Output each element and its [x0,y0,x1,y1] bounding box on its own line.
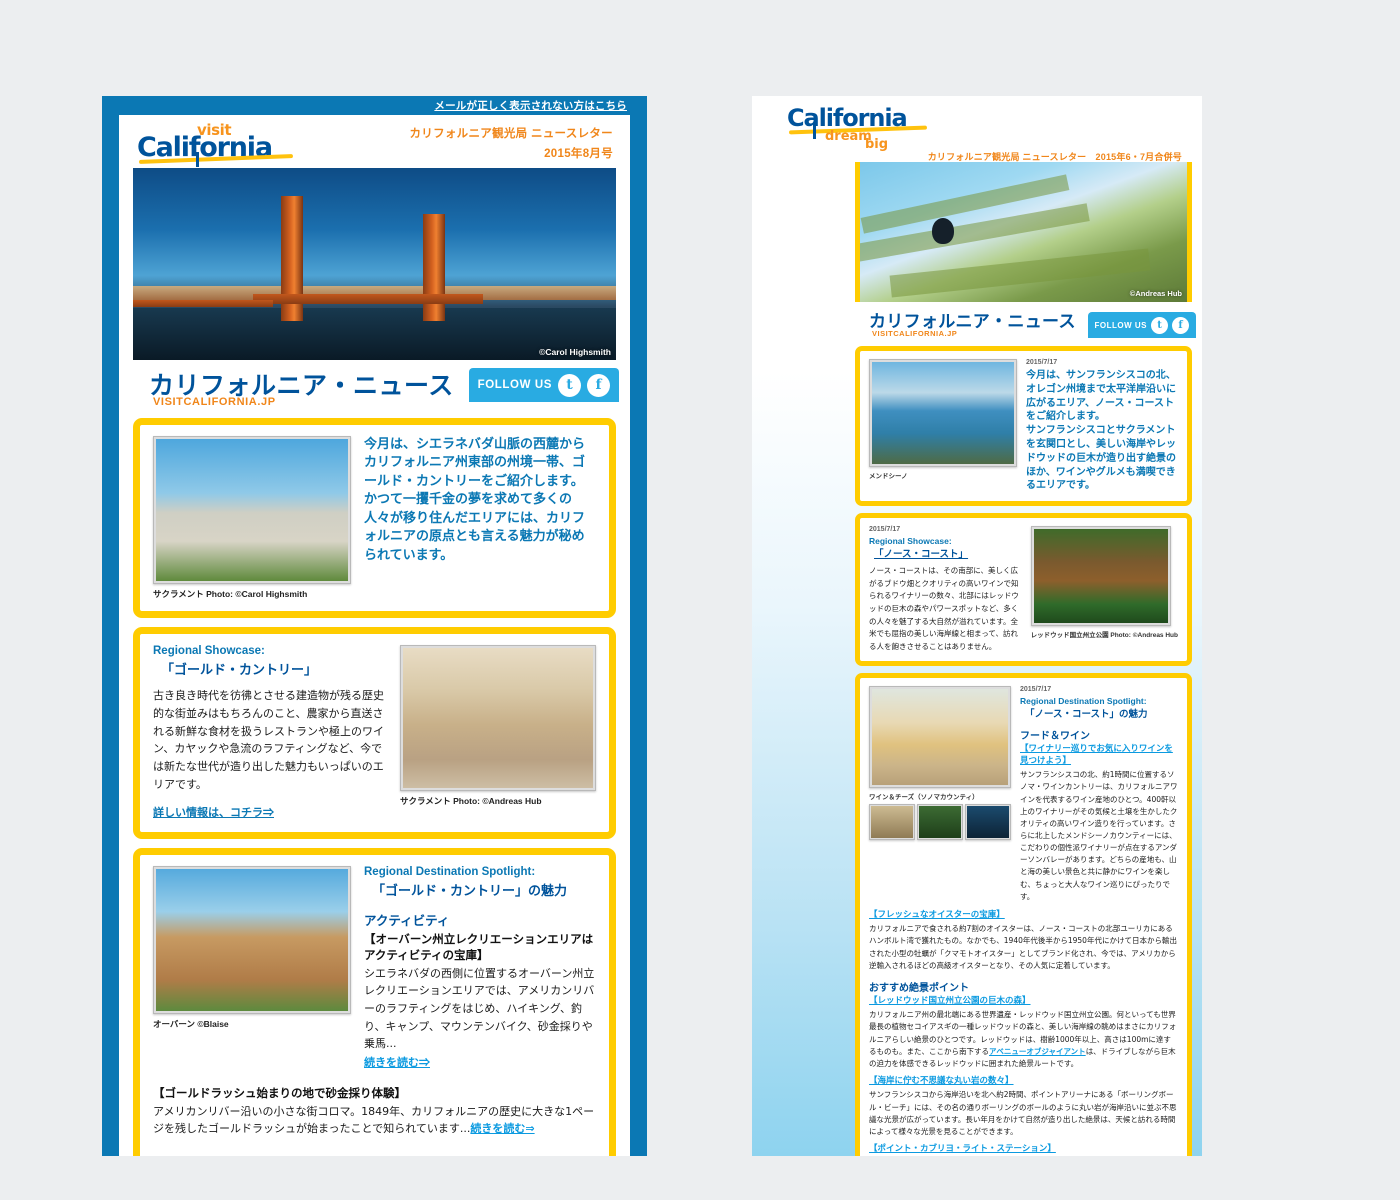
follow-us-label: FOLLOW US [477,379,552,391]
logo-visit-text: visit [197,121,232,139]
left-hero-image: ©Carol Highsmith [133,168,616,360]
spotlight-body: シエラネバダの西側に位置するオーバーン州立レクリエーションエリアでは、アメリカン… [364,966,595,1051]
right-spotlight-label-jp: 「ノース・コースト」の魅力 [1025,709,1148,721]
bowling-ball-headline-link[interactable]: 【海岸に佇む不思議な丸い岩の数々】 [869,1076,1178,1087]
right-header: California dream big カリフォルニア観光局 ニュースレター … [752,96,1202,162]
left-topbar: メールが正しく表示されない方はこちら [102,96,647,115]
spotlight-more-link[interactable]: 続きを読む⇒ [364,1057,430,1069]
intro-text: 今月は、シエラネバダ山脈の西麓からカリフォルニア州東部の州境一帯、ゴールド・カン… [364,437,586,563]
right-title-band: カリフォルニア・ニュース VISITCALIFORNIA.JP FOLLOW U… [855,302,1196,346]
capitol-photo-caption: サクラメント Photo: ©Carol Highsmith [153,589,308,599]
oldtown-photo-caption: サクラメント Photo: ©Andreas Hub [400,796,542,806]
right-showcase-section: 2015/7/17 Regional Showcase: 「ノース・コースト」 … [855,513,1192,667]
right-spotlight-section: ワイン＆チーズ（ソノマカウンティ） 2015/7/17 Regional Des… [855,673,1192,1156]
redwood-photo [1030,526,1171,627]
item-body: アメリカンリバー沿いの小さな街コロマ。1849年、カリフォルニアの歴史に大きな1… [153,1103,596,1138]
visit-california-logo[interactable]: California visit [137,121,307,167]
redwood-photo-caption: レッドウッド国立州立公園 Photo: ©Andreas Hub [1030,632,1178,640]
oyster-headline-link[interactable]: 【フレッシュなオイスターの宝庫】 [869,910,1178,921]
right-intro-text: 今月は、サンフランシスコの北、オレゴン州境まで太平洋岸沿いに広がるエリア、ノース… [1026,370,1176,492]
newsletter-label: カリフォルニア観光局 ニュースレター [409,128,613,140]
scenic-headline-link[interactable]: 【レッドウッド国立州立公園の巨木の森】 [869,996,1178,1007]
view-in-browser-link[interactable]: メールが正しく表示されない方はこちら [434,100,627,112]
right-page-subtitle: VISITCALIFORNIA.JP [872,329,958,338]
mendocino-photo-caption: メンドシーノ [869,473,908,480]
item-more-link[interactable]: 続きを読む⇒ [470,1122,534,1135]
spotlight-label-jp: 「ゴールド・カントリー」の魅力 [372,883,568,899]
follow-us-widget[interactable]: FOLLOW US t f [468,368,619,402]
hero-balloon-shadow [932,218,954,244]
right-showcase-body: ノース・コーストは、その南部に、美しく広がるブドウ畑とクオリティの高いワインで知… [869,566,1019,651]
showcase-label-jp: 「ゴールド・カントリー」 [161,663,318,678]
avenue-of-giants-link[interactable]: アベニューオブジャイアント [989,1047,1086,1056]
mendocino-photo [869,359,1017,467]
hero-bridge-deck [253,294,483,304]
oyster-body: カリフォルニアで食される約7割のオイスターは、ノース・コーストの北部ユーリカにあ… [869,924,1177,970]
facebook-icon[interactable]: f [1172,316,1189,334]
thumbnail-2[interactable] [917,804,963,841]
spotlight-headline: 【オーバーン州立レクリエーションエリアはアクティビティの宝庫】 [364,931,594,962]
spotlight-label-en: Regional Destination Spotlight: [364,865,536,878]
wine-cheese-photo [869,686,1011,789]
showcase-more-link[interactable]: 詳しい情報は、コチラ⇒ [153,804,274,820]
right-showcase-label-en: Regional Showcase: [869,536,952,547]
right-spotlight-label-en: Regional Destination Spotlight: [1020,696,1147,707]
left-header: California visit カリフォルニア観光局 ニュースレター 2015… [119,115,630,168]
hero-bridge-approach [133,300,273,307]
right-intro-section: メンドシーノ 2015/7/17 今月は、サンフランシスコの北、オレゴン州境まで… [855,346,1192,507]
scenic-body-1: カリフォルニア州の最北端にある世界遺産・レッドウッド国立州立公園。何といっても世… [869,1009,1178,1070]
scenic-category: おすすめ絶景ポイント [869,982,969,994]
auburn-photo [153,865,351,1014]
thumbnail-strip [869,804,1011,841]
food-category: フード＆ワイン [153,1152,596,1156]
right-spotlight-category: フード＆ワイン [1020,731,1090,743]
auburn-photo-caption: オーバーン ©Blaise [153,1018,229,1029]
thumbnail-3[interactable] [965,804,1011,841]
follow-us-widget[interactable]: FOLLOW US t f [1087,312,1196,338]
hero-photo-credit: ©Carol Highsmith [539,347,611,357]
oldtown-photo [400,645,596,791]
logo-big-text: big [865,137,889,152]
showcase-label-en: Regional Showcase: [153,645,265,657]
thumbnail-1[interactable] [869,804,915,841]
left-newsletter-panel: メールが正しく表示されない方はこちら California visit カリフォ… [102,96,647,1156]
bowling-ball-body: サンフランシスコから海岸沿いを北へ約2時間、ポイントアリーナにある「ボーリングボ… [869,1090,1177,1136]
california-dream-big-logo[interactable]: California dream big [787,104,937,152]
right-hero-photo-credit: ©Andreas Hub [1129,289,1182,298]
right-showcase-label-jp: 「ノース・コースト」 [874,549,969,561]
facebook-icon[interactable]: f [587,373,610,397]
intro-section: サクラメント Photo: ©Carol Highsmith 今月は、シエラネバ… [133,418,616,618]
spotlight-date: 2015/7/17 [1020,686,1052,694]
newsletter-issue: 2015年8月号 [544,148,613,160]
destination-spotlight-section: オーバーン ©Blaise Regional Destination Spotl… [133,847,616,1156]
follow-us-label: FOLLOW US [1094,320,1147,330]
logo-stem [196,152,199,167]
left-header-meta: カリフォルニア観光局 ニュースレター 2015年8月号 [409,125,613,161]
right-content-wrapper: ©Andreas Hub カリフォルニア・ニュース VISITCALIFORNI… [855,162,1196,1156]
item-headline: 【ゴールドラッシュ始まりの地で砂金採り体験】 [153,1085,406,1100]
twitter-icon[interactable]: t [558,373,581,397]
right-spotlight-body: サンフランシスコの北、約1時間に位置するソノマ・ワインカントリーは、カリフォルニ… [1020,770,1178,901]
spotlight-category: アクティビティ [364,912,450,928]
hero-vineyard-row-3 [889,248,1151,298]
twitter-icon[interactable]: t [1151,316,1168,334]
wine-cheese-photo-caption: ワイン＆チーズ（ソノマカウンティ） [869,794,979,802]
right-hero-image: ©Andreas Hub [855,162,1192,302]
showcase-body: 古き良き時代を彷彿とさせる建造物が残る歴史的な街並みはもちろんのこと、農家から直… [153,689,384,792]
page-subtitle: VISITCALIFORNIA.JP [153,396,276,408]
regional-showcase-section: Regional Showcase: 「ゴールド・カントリー」 古き良き時代を彷… [133,627,616,839]
left-newsletter-body: California visit カリフォルニア観光局 ニュースレター 2015… [119,115,630,1156]
left-title-band: カリフォルニア・ニュース VISITCALIFORNIA.JP FOLLOW U… [133,360,619,418]
right-spotlight-headline-link[interactable]: 【ワイナリー巡りでお気に入りワインを見つけよう】 [1020,744,1178,767]
hero-tower-right [423,214,445,321]
right-newsletter-panel: California dream big カリフォルニア観光局 ニュースレター … [752,96,1202,1156]
logo-stem [813,124,816,139]
cabrillo-headline-link[interactable]: 【ポイント・カブリヨ・ライト・ステーション】 [869,1144,1178,1155]
intro-date: 2015/7/17 [1026,359,1058,366]
showcase-date: 2015/7/17 [869,526,901,534]
capitol-photo [153,436,351,584]
